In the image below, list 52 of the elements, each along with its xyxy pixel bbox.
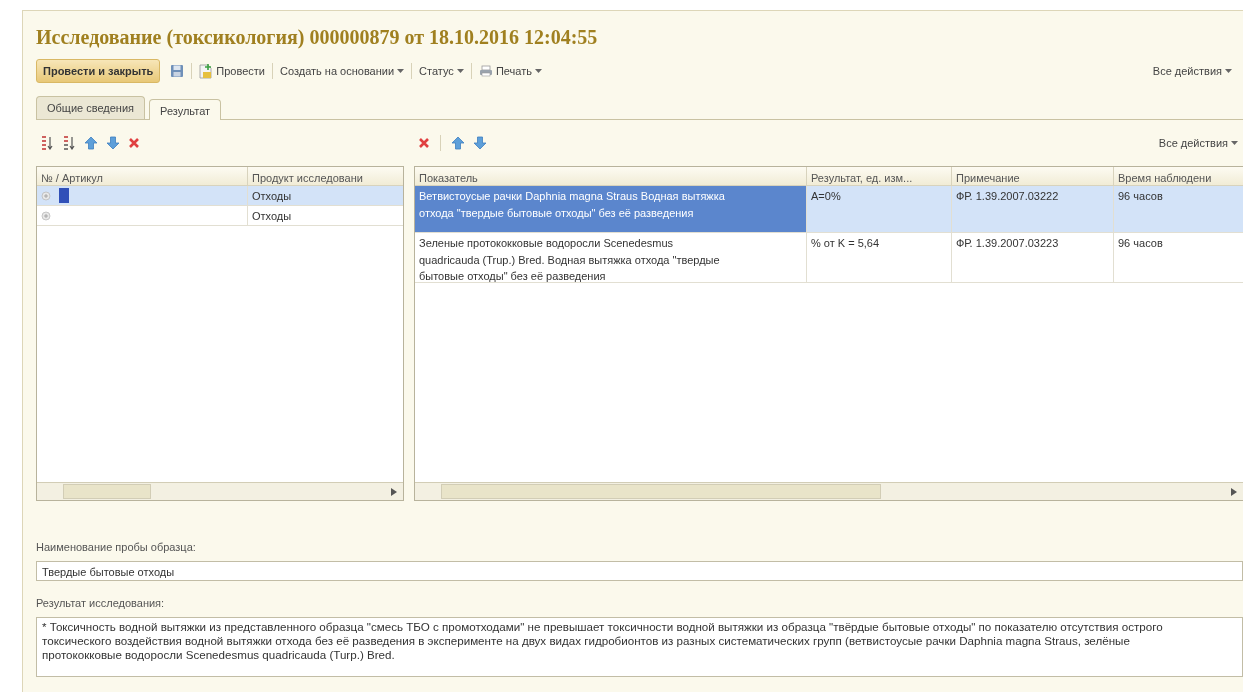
caret-icon — [534, 69, 542, 73]
table-cell: ФР. 1.39.2007.03222 — [952, 186, 1114, 232]
table-cell: Ветвистоусые рачки Daphnia magna Straus Водная вытяжка отхода "твердые бытовые отходы" без её разведения — [415, 186, 807, 232]
column-header[interactable]: Результат, ед. изм... — [807, 167, 952, 185]
sort-ascending-icon — [40, 136, 54, 150]
field-label: Наименование пробы образца: — [36, 540, 197, 555]
expand-icon — [41, 210, 51, 221]
horizontal-scrollbar[interactable] — [37, 482, 403, 500]
column-header[interactable]: Продукт исследовани — [248, 167, 403, 185]
caret-icon — [1231, 141, 1238, 145]
delete-icon — [418, 137, 430, 149]
up-arrow-icon — [84, 136, 98, 150]
column-header[interactable]: Время наблюдени — [1114, 167, 1243, 185]
table-cell: ФР. 1.39.2007.03223 — [952, 233, 1114, 282]
table-cell: А=0% — [807, 186, 952, 232]
all-actions-button[interactable]: Все действия — [1147, 60, 1237, 82]
sort-descending-icon — [62, 136, 76, 150]
expand-icon — [41, 190, 51, 201]
column-header[interactable]: Показатель — [415, 167, 807, 185]
table-cell: Отходы — [248, 206, 403, 225]
column-header[interactable]: № / Артикул — [37, 167, 248, 185]
study-result-field[interactable]: * Токсичность водной вытяжки из представленного образца "смесь ТБО с промотходами" не превышает токсичности водной вытяжки из образца "твёрдые бытовые отходы" по показателю отсутствия острого токсического воздействия водной вытяжки отхода без её разведения в эксперименте на двух видах гидробионтов из разных систематических групп (ветвистоусые рачки Daphnia magna Straus, зелёные протококковые водоросли Scenedesmus quadricauda (Turp.) Bred. — [36, 617, 1243, 677]
up-arrow-icon — [451, 136, 465, 150]
caret-icon — [1225, 69, 1232, 73]
all-actions-button[interactable]: Все действия — [1153, 132, 1243, 154]
down-arrow-icon — [106, 136, 120, 150]
table-cell: % от K = 5,64 — [807, 233, 952, 282]
printer-icon — [478, 65, 493, 77]
caret-icon — [397, 69, 405, 73]
caret-icon — [456, 69, 464, 73]
table-cell: Зеленые протококковые водоросли Scenedesmus quadricauda (Trup.) Bred. Водная вытяжка отхода "твердые бытовые отходы" без её разведения — [415, 233, 807, 282]
tab[interactable]: Результат — [149, 99, 222, 120]
post-button[interactable]: Провести — [194, 60, 270, 82]
down-arrow-icon — [473, 136, 487, 150]
document-icon — [199, 63, 214, 79]
menu-button[interactable]: Создать на основании — [274, 60, 410, 82]
print-button[interactable]: Печать — [473, 60, 547, 82]
menu-button[interactable]: Статус — [414, 60, 469, 82]
table-cell: 96 часов — [1114, 186, 1243, 232]
table-cell: 96 часов — [1114, 233, 1243, 282]
scroll-right-icon[interactable] — [391, 488, 397, 496]
column-header[interactable]: Примечание — [952, 167, 1114, 185]
field-label: Результат исследования: — [36, 595, 166, 611]
delete-icon — [128, 137, 140, 149]
horizontal-scrollbar[interactable] — [415, 482, 1243, 500]
window-title: Исследование (токсикология) 000000879 от 18.10.2016 12:04:55 — [36, 25, 599, 49]
text-cursor — [59, 188, 69, 203]
sample-name-field[interactable]: Твердые бытовые отходы — [36, 560, 1243, 581]
scroll-right-icon[interactable] — [1231, 488, 1237, 496]
table-cell: Отходы — [248, 186, 403, 205]
post-and-close-button[interactable]: Провести и закрыть — [36, 58, 161, 84]
tab[interactable]: Общие сведения — [36, 95, 146, 119]
